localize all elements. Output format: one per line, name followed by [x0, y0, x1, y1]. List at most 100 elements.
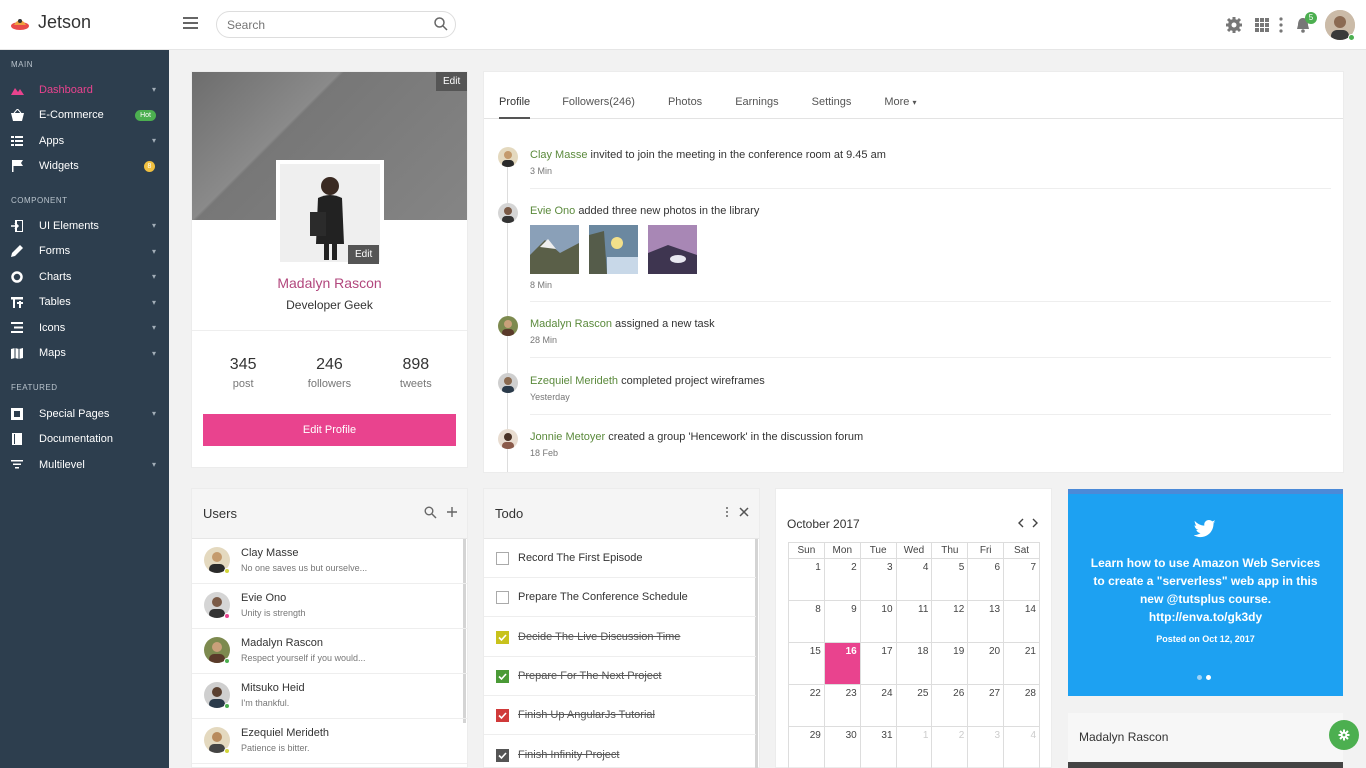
carousel-dot[interactable] — [1206, 675, 1211, 680]
settings-fab-button[interactable] — [1329, 720, 1359, 750]
todo-item[interactable]: Record The First Episode — [484, 539, 756, 578]
calendar-day[interactable]: 25 — [895, 684, 933, 727]
todo-checkbox[interactable] — [496, 748, 509, 762]
sidebar-item-multilevel[interactable]: Multilevel ▾ — [0, 452, 169, 478]
tab-profile[interactable]: Profile — [499, 89, 531, 119]
menu-toggle-icon[interactable] — [183, 17, 198, 32]
calendar-day[interactable]: 24 — [859, 684, 897, 727]
calendar-day[interactable]: 20 — [967, 642, 1005, 685]
calendar-day[interactable]: 5 — [931, 558, 969, 601]
calendar-day[interactable]: 3 — [967, 726, 1005, 768]
calendar-day[interactable]: 11 — [895, 600, 933, 643]
calendar-day[interactable]: 4 — [1003, 726, 1040, 768]
calendar-day[interactable]: 31 — [859, 726, 897, 768]
calendar-day[interactable]: 19 — [931, 642, 969, 685]
todo-checkbox[interactable] — [496, 552, 509, 565]
sidebar-item-charts[interactable]: Charts ▾ — [0, 264, 169, 290]
user-list-item[interactable]: Evie Ono Unity is strength — [192, 584, 467, 629]
calendar-day[interactable]: 22 — [788, 684, 825, 727]
calendar-day[interactable]: 9 — [823, 600, 861, 643]
apps-grid-icon[interactable] — [1253, 16, 1271, 34]
search-icon[interactable] — [433, 16, 449, 32]
sidebar-item-special-pages[interactable]: Special Pages ▾ — [0, 401, 169, 427]
calendar-day[interactable]: 15 — [788, 642, 825, 685]
sidebar-item-maps[interactable]: Maps ▾ — [0, 341, 169, 367]
edit-cover-button[interactable]: Edit — [436, 72, 468, 91]
sidebar-item-icons[interactable]: Icons ▾ — [0, 315, 169, 341]
tab-settings[interactable]: Settings — [812, 89, 852, 119]
calendar-day[interactable]: 14 — [1003, 600, 1040, 643]
chevron-left-icon[interactable] — [1017, 518, 1025, 528]
todo-item[interactable]: Finish Infinity Project — [484, 736, 756, 768]
todo-checkbox[interactable] — [496, 630, 509, 644]
todo-item[interactable]: Finish Up AngularJs Tutorial — [484, 696, 756, 736]
todo-checkbox[interactable] — [496, 591, 509, 605]
calendar-day[interactable]: 10 — [859, 600, 897, 643]
sidebar-item-documentation[interactable]: Documentation — [0, 427, 169, 453]
calendar-day[interactable]: 16 — [823, 642, 861, 685]
close-icon[interactable] — [738, 506, 750, 518]
tab-more[interactable]: More ▾ — [884, 89, 916, 119]
activity-user-link[interactable]: Evie Ono — [530, 205, 575, 217]
search-input[interactable] — [216, 11, 456, 38]
user-list-item[interactable]: Ezequiel Merideth Patience is bitter. — [192, 719, 467, 764]
tab-followers[interactable]: Followers(246) — [562, 89, 635, 119]
calendar-day[interactable]: 13 — [967, 600, 1005, 643]
activity-user-link[interactable]: Ezequiel Merideth — [530, 375, 618, 387]
gear-icon[interactable] — [1225, 16, 1243, 34]
todo-checkbox[interactable] — [496, 709, 509, 723]
list-icon — [10, 321, 24, 335]
calendar-day[interactable]: 27 — [967, 684, 1005, 727]
user-list-item[interactable]: Mitsuko Heid I'm thankful. — [192, 674, 467, 719]
photo-thumbnail[interactable] — [589, 225, 638, 274]
more-vertical-icon[interactable] — [1272, 16, 1290, 34]
todo-checkbox[interactable] — [496, 669, 509, 683]
calendar-day[interactable]: 21 — [1003, 642, 1040, 685]
calendar-day[interactable]: 23 — [823, 684, 861, 727]
carousel-dot[interactable] — [1197, 675, 1202, 680]
sidebar-item-ui-elements[interactable]: UI Elements ▾ — [0, 213, 169, 239]
calendar-day[interactable]: 3 — [859, 558, 897, 601]
sidebar-item-widgets[interactable]: Widgets 8 — [0, 154, 169, 180]
edit-profile-button[interactable]: Edit Profile — [203, 414, 456, 446]
sidebar-section-title: MAIN — [11, 60, 33, 69]
todo-item[interactable]: Prepare The Conference Schedule — [484, 578, 756, 618]
add-icon[interactable] — [446, 506, 458, 518]
calendar-day[interactable]: 1 — [788, 558, 825, 601]
user-list-item[interactable]: Clay Masse No one saves us but ourselve.… — [192, 539, 467, 584]
tab-earnings[interactable]: Earnings — [735, 89, 778, 119]
user-list-item[interactable]: Madalyn Rascon Respect yourself if you w… — [192, 629, 467, 674]
calendar-day[interactable]: 7 — [1003, 558, 1040, 601]
activity-user-link[interactable]: Madalyn Rascon — [530, 318, 612, 330]
calendar-day[interactable]: 18 — [895, 642, 933, 685]
search-icon[interactable] — [424, 506, 437, 519]
sidebar-item-dashboard[interactable]: Dashboard ▾ — [0, 77, 169, 103]
todo-item[interactable]: Prepare For The Next Project — [484, 657, 756, 696]
calendar-day[interactable]: 12 — [931, 600, 969, 643]
activity-user-link[interactable]: Jonnie Metoyer — [530, 431, 605, 443]
calendar-day[interactable]: 1 — [895, 726, 933, 768]
calendar-day[interactable]: 17 — [859, 642, 897, 685]
sidebar-item-tables[interactable]: Tables ▾ — [0, 290, 169, 316]
todo-item[interactable]: Decide The Live Discussion Time — [484, 618, 756, 657]
more-vertical-icon[interactable] — [723, 506, 731, 518]
calendar-day[interactable]: 8 — [788, 600, 825, 643]
sidebar-item-ecommerce[interactable]: E-Commerce Hot — [0, 103, 169, 129]
brand[interactable]: Jetson — [10, 12, 91, 33]
sidebar-item-forms[interactable]: Forms ▾ — [0, 239, 169, 265]
photo-thumbnail[interactable] — [648, 225, 697, 274]
tab-photos[interactable]: Photos — [668, 89, 702, 119]
calendar-day[interactable]: 2 — [931, 726, 969, 768]
calendar-day[interactable]: 4 — [895, 558, 933, 601]
calendar-day[interactable]: 6 — [967, 558, 1005, 601]
activity-user-link[interactable]: Clay Masse — [530, 149, 587, 161]
photo-thumbnail[interactable] — [530, 225, 579, 274]
calendar-day[interactable]: 2 — [823, 558, 861, 601]
calendar-day[interactable]: 28 — [1003, 684, 1040, 727]
calendar-day[interactable]: 30 — [823, 726, 861, 768]
calendar-day[interactable]: 29 — [788, 726, 825, 768]
sidebar-item-apps[interactable]: Apps ▾ — [0, 128, 169, 154]
edit-photo-button[interactable]: Edit — [348, 245, 380, 264]
calendar-day[interactable]: 26 — [931, 684, 969, 727]
chevron-right-icon[interactable] — [1031, 518, 1039, 528]
